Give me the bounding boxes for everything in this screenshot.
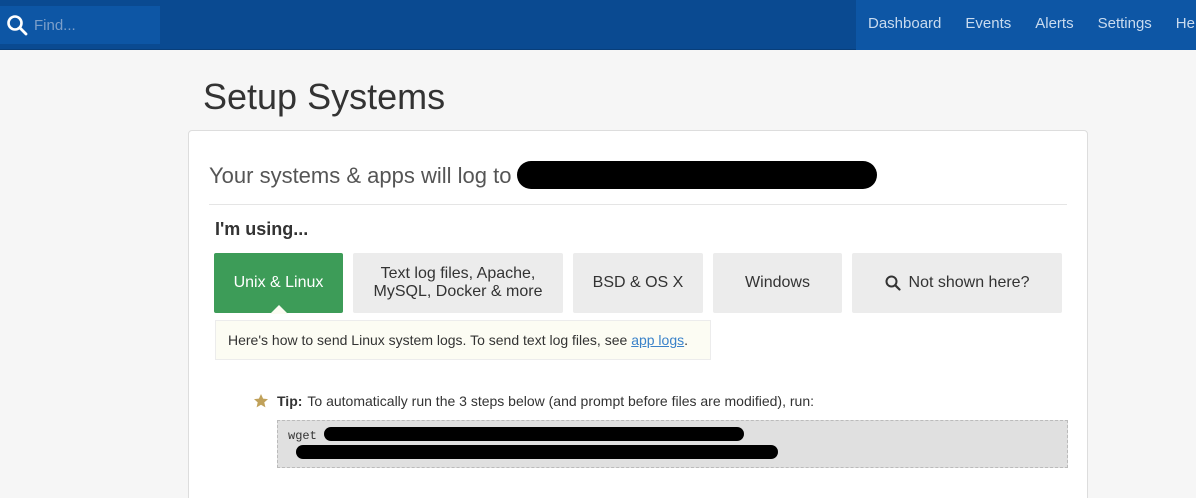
command-text: wget [288, 429, 317, 443]
install-command-box[interactable]: wget [277, 420, 1068, 468]
main-nav: Dashboard Events Alerts Settings Help [856, 0, 1196, 50]
option-text-logs-button[interactable]: Text log files, Apache, MySQL, Docker & … [353, 253, 563, 313]
option-label: BSD & OS X [592, 274, 684, 291]
search-input[interactable] [34, 12, 154, 38]
tip-text: To automatically run the 3 steps below (… [307, 393, 814, 409]
option-not-shown-button[interactable]: Not shown here? [852, 253, 1062, 313]
option-unix-linux-button[interactable]: Unix & Linux [214, 253, 343, 314]
nav-help[interactable]: Help [1164, 0, 1196, 50]
nav-settings[interactable]: Settings [1086, 0, 1164, 50]
search-icon[interactable] [6, 14, 28, 36]
option-label: Unix & Linux [233, 274, 324, 291]
nav-dashboard[interactable]: Dashboard [856, 0, 953, 50]
nav-alerts[interactable]: Alerts [1023, 0, 1085, 50]
option-bsd-osx-button[interactable]: BSD & OS X [573, 253, 703, 313]
search-box[interactable] [0, 6, 160, 44]
log-destination-heading: Your systems & apps will log to [209, 163, 512, 188]
app-logs-link[interactable]: app logs [631, 332, 684, 348]
top-navbar: Dashboard Events Alerts Settings Help [0, 0, 1196, 50]
nav-events[interactable]: Events [953, 0, 1023, 50]
star-icon [254, 394, 268, 408]
tip: Tip: To automatically run the 3 steps be… [253, 393, 814, 409]
search-icon [885, 275, 901, 291]
option-label: Windows [745, 274, 810, 291]
redacted-command-line-1 [324, 427, 744, 441]
option-label: Not shown here? [908, 274, 1030, 291]
setup-panel: Your systems & apps will log to I'm usin… [188, 130, 1088, 498]
instructions-hint: Here's how to send Linux system logs. To… [215, 320, 711, 360]
redacted-destination [517, 161, 877, 189]
redacted-command-line-2 [296, 445, 778, 459]
using-label: I'm using... [215, 219, 309, 239]
tip-label: Tip: [277, 393, 303, 409]
option-windows-button[interactable]: Windows [713, 253, 842, 313]
hint-text: Here's how to send Linux system logs. To… [228, 332, 632, 348]
option-label: Text log files, Apache, MySQL, Docker & … [373, 265, 543, 300]
hint-suffix: . [684, 332, 689, 348]
divider [209, 204, 1067, 205]
page-title: Setup Systems [203, 76, 446, 117]
